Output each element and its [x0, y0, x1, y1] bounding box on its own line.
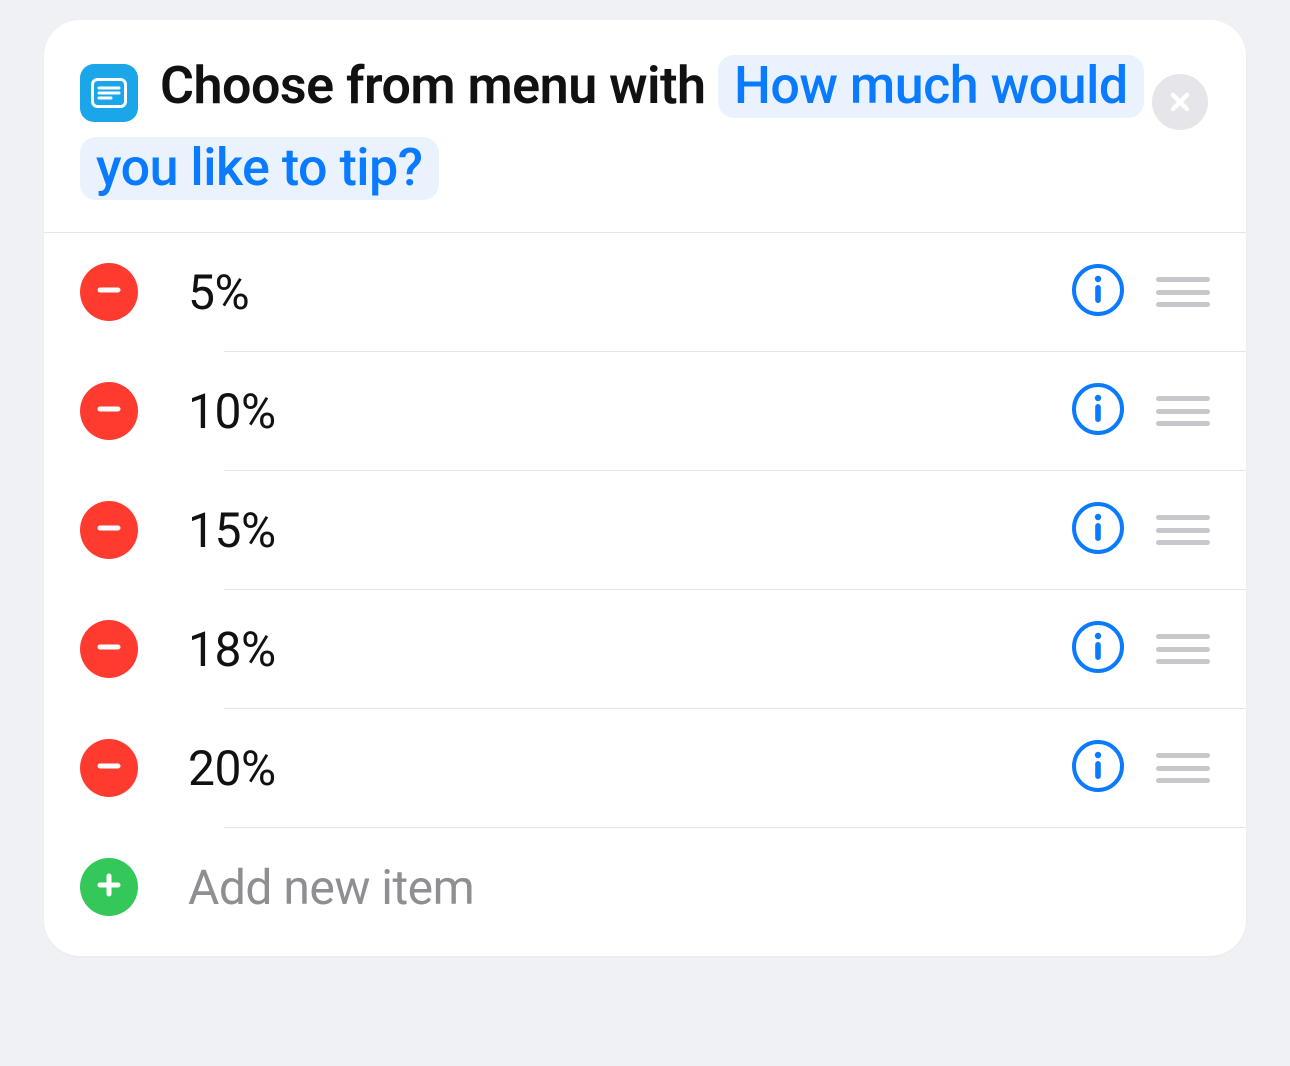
menu-item-row: 18% — [44, 590, 1246, 708]
info-icon — [1071, 620, 1125, 678]
minus-icon — [95, 633, 123, 665]
item-info-button[interactable] — [1070, 621, 1126, 677]
drag-handle[interactable] — [1156, 515, 1210, 545]
menu-item-label[interactable]: 5% — [188, 264, 1070, 321]
remove-item-button[interactable] — [80, 382, 138, 440]
item-info-button[interactable] — [1070, 383, 1126, 439]
menu-item-row: 20% — [44, 709, 1246, 827]
menu-item-row: 5% — [44, 233, 1246, 351]
minus-icon — [95, 395, 123, 427]
minus-icon — [95, 514, 123, 546]
action-header: Choose from menu with How much would you… — [44, 20, 1246, 233]
minus-icon — [95, 752, 123, 784]
drag-handle[interactable] — [1156, 396, 1210, 426]
choose-from-menu-action-card: Choose from menu with How much would you… — [44, 20, 1246, 956]
menu-item-label[interactable]: 18% — [188, 621, 1070, 678]
drag-handle[interactable] — [1156, 753, 1210, 783]
menu-item-label[interactable]: 20% — [188, 740, 1070, 797]
remove-item-button[interactable] — [80, 263, 138, 321]
close-button[interactable] — [1152, 74, 1208, 130]
plus-icon — [95, 871, 123, 903]
close-icon — [1168, 90, 1192, 114]
add-item-placeholder[interactable]: Add new item — [188, 859, 1210, 916]
item-info-button[interactable] — [1070, 502, 1126, 558]
info-icon — [1071, 739, 1125, 797]
item-info-button[interactable] — [1070, 740, 1126, 796]
item-info-button[interactable] — [1070, 264, 1126, 320]
info-icon — [1071, 501, 1125, 559]
menu-item-label[interactable]: 10% — [188, 383, 1070, 440]
add-item-row[interactable]: Add new item — [44, 828, 1246, 956]
drag-handle[interactable] — [1156, 277, 1210, 307]
remove-item-button[interactable] — [80, 739, 138, 797]
menu-item-row: 15% — [44, 471, 1246, 589]
minus-icon — [95, 276, 123, 308]
info-icon — [1071, 382, 1125, 440]
add-item-button[interactable] — [80, 858, 138, 916]
remove-item-button[interactable] — [80, 620, 138, 678]
menu-card-icon — [80, 64, 138, 122]
action-title: Choose from menu with — [160, 55, 718, 116]
menu-item-row: 10% — [44, 352, 1246, 470]
info-icon — [1071, 263, 1125, 321]
menu-item-label[interactable]: 15% — [188, 502, 1070, 559]
drag-handle[interactable] — [1156, 634, 1210, 664]
menu-items-list: 5% — [44, 233, 1246, 956]
remove-item-button[interactable] — [80, 501, 138, 559]
